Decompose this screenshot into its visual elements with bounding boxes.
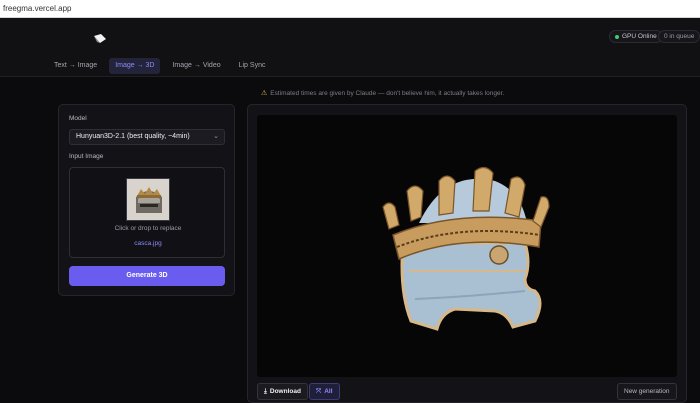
file-name: casca.jpg: [134, 240, 162, 247]
all-formats-button[interactable]: ⤧ All: [309, 383, 340, 400]
tab-lip-sync[interactable]: Lip Sync: [233, 58, 272, 74]
online-dot-icon: [615, 34, 619, 39]
new-generation-button[interactable]: New generation: [617, 383, 677, 400]
warning-icon: ⚠: [261, 90, 268, 97]
estimate-notice: ⚠ Estimated times are given by Claude — …: [261, 89, 505, 98]
gpu-status-badge: GPU Online: [609, 30, 663, 43]
download-button[interactable]: ⤓ Download: [257, 383, 308, 400]
app-header: GPU Online 0 in queue Text → Image Image…: [0, 18, 700, 77]
queue-status-badge: 0 in queue: [658, 30, 700, 43]
model-select[interactable]: Hunyuan3D-2.1 (best quality, ~4min) ⌄: [69, 129, 225, 145]
download-label: Download: [269, 388, 301, 395]
model-label: Model: [69, 115, 87, 122]
notice-text: Estimated times are given by Claude — do…: [270, 89, 505, 97]
tab-image-to-video[interactable]: Image → Video: [166, 58, 226, 74]
chevron-down-icon: ⌄: [213, 133, 219, 140]
gpu-status-text: GPU Online: [622, 33, 657, 40]
tab-image-to-3d[interactable]: Image → 3D: [109, 58, 161, 74]
queue-status-text: 0 in queue: [664, 33, 695, 40]
preview-panel: ⤓ Download ⤧ All New generation: [247, 104, 687, 403]
mode-tabs: Text → Image Image → 3D Image → Video Li…: [48, 58, 271, 74]
3d-viewer[interactable]: [257, 115, 677, 377]
new-generation-label: New generation: [624, 388, 670, 395]
settings-panel: Model Hunyuan3D-2.1 (best quality, ~4min…: [58, 104, 235, 296]
input-image-thumbnail: [126, 178, 170, 221]
dropzone-hint: Click or drop to replace: [114, 225, 182, 232]
url-text: freegma.vercel.app: [3, 4, 72, 13]
all-label: All: [324, 388, 333, 395]
logo-icon[interactable]: [93, 34, 107, 44]
input-image-label: Input Image: [69, 153, 104, 160]
generate-3d-button[interactable]: Generate 3D: [69, 266, 225, 286]
browser-url-bar[interactable]: freegma.vercel.app: [0, 0, 700, 18]
helmet-model: [382, 166, 550, 331]
expand-icon: ⤧: [316, 388, 322, 395]
image-dropzone[interactable]: Click or drop to replace casca.jpg: [69, 167, 225, 258]
download-icon: ⤓: [264, 388, 267, 395]
model-select-value: Hunyuan3D-2.1 (best quality, ~4min): [76, 133, 190, 140]
tab-text-to-image[interactable]: Text → Image: [48, 58, 103, 74]
